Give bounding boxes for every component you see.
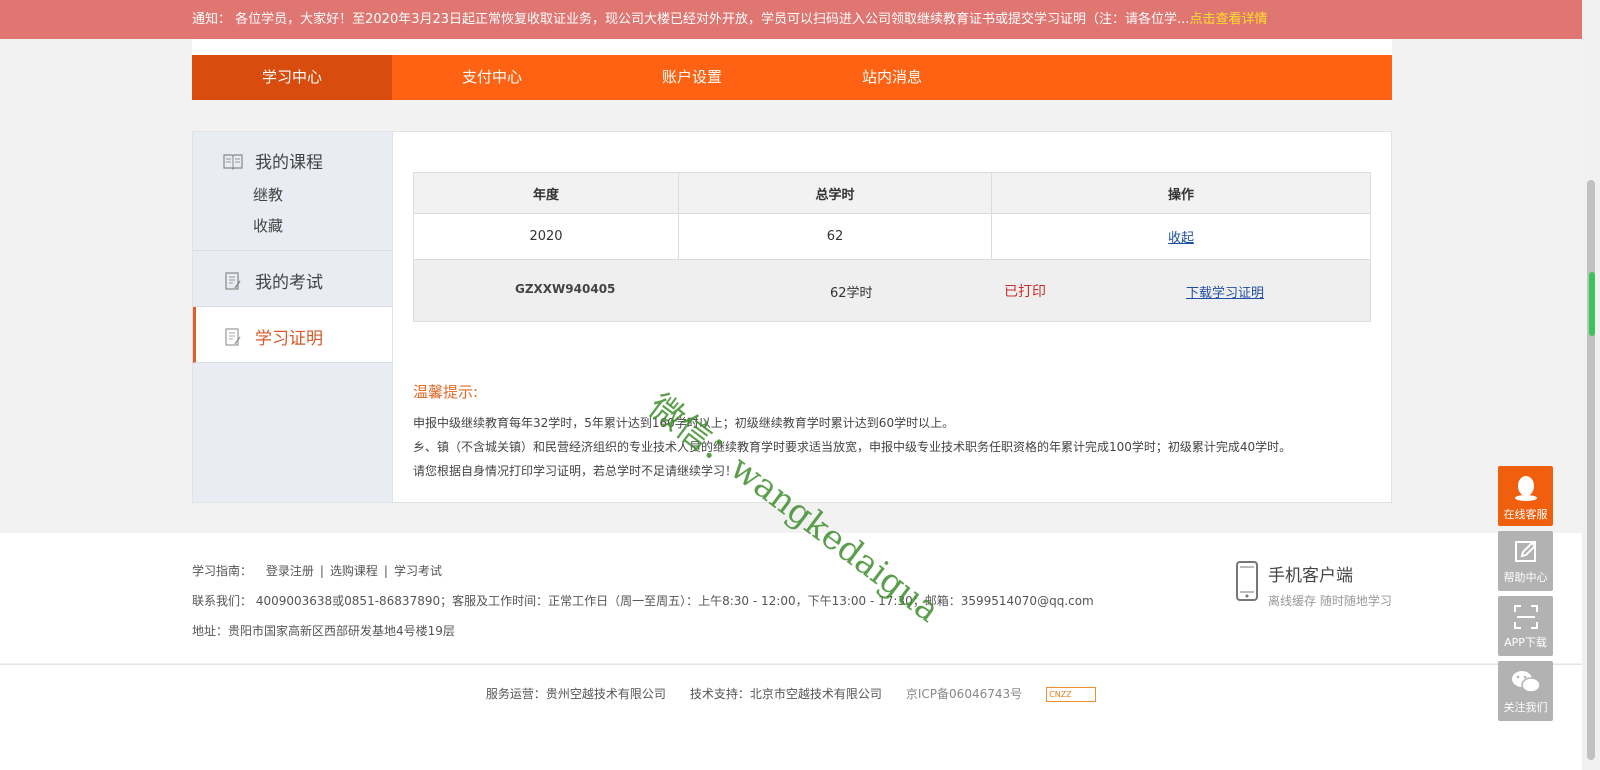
sidebar-item-label: 学习证明	[255, 329, 323, 349]
tips-line-3: 请您根据自身情况打印学习证明，若总学时不足请继续学习！	[413, 464, 738, 478]
column-header-total-hours: 总学时	[679, 173, 992, 213]
certificate-icon	[223, 327, 243, 347]
collapse-link[interactable]: 收起	[1168, 227, 1194, 246]
certificate-code: GZXXW940405	[515, 282, 616, 296]
scan-qr-icon	[1513, 605, 1538, 629]
mobile-client-subtitle: 离线缓存 随时随地学习	[1268, 594, 1392, 608]
sidebar: 我的课程 继教 收藏 我的考试 学习证明	[193, 132, 393, 502]
guide-link-register[interactable]: 登录注册	[266, 564, 314, 578]
qq-penguin-icon	[1514, 476, 1537, 501]
service-operator: 服务运营：贵州空越技术有限公司	[485, 687, 666, 701]
footer: 学习指南： 登录注册 | 选购课程 | 学习考试 联系我们： 4009003638或08…	[0, 533, 1582, 663]
sidebar-sub-favorites[interactable]: 收藏	[253, 215, 283, 236]
tips-title: 温馨提示:	[413, 383, 479, 401]
tips-line-1: 申报中级继续教育每年32学时，5年累计达到160学时以上；初级继续教育学时累计达…	[413, 416, 955, 430]
column-header-year: 年度	[414, 173, 679, 213]
mobile-phone-icon	[1236, 561, 1258, 601]
print-status: 已打印	[1004, 284, 1046, 300]
download-certificate-link[interactable]: 下载学习证明	[1186, 282, 1264, 301]
main-nav: 学习中心 支付中心 账户设置 站内消息	[192, 55, 1392, 100]
wechat-icon	[1511, 671, 1541, 693]
cnzz-badge[interactable]: CNZZ	[1046, 687, 1097, 702]
sidebar-item-my-courses[interactable]: 我的课程	[223, 148, 323, 173]
sidebar-section-exam: 我的考试	[193, 251, 392, 307]
notice-detail-link[interactable]: 点击查看详情	[1189, 12, 1267, 27]
copyright-bar: 服务运营：贵州空越技术有限公司 技术支持：北京市空越技术有限公司 京ICP备0604…	[0, 664, 1582, 770]
certificate-detail-row: GZXXW940405 62学时 已打印 下载学习证明	[414, 260, 1370, 321]
scrollbar-thumb[interactable]	[1587, 180, 1595, 760]
copyright-line: 服务运营：贵州空越技术有限公司 技术支持：北京市空越技术有限公司 京ICP备0604…	[0, 685, 1582, 702]
app-download-button[interactable]: APP下载	[1498, 596, 1553, 656]
nav-payment-center[interactable]: 支付中心	[392, 55, 592, 100]
icp-number[interactable]: 京ICP备06046743号	[906, 687, 1022, 701]
mobile-client[interactable]: 手机客户端 离线缓存 随时随地学习	[1236, 561, 1392, 609]
edit-icon	[1514, 541, 1536, 562]
footer-contact: 联系我们： 4009003638或0851-86837890；客服及工作时间：正…	[192, 594, 1094, 608]
help-center-label: 帮助中心	[1503, 571, 1548, 584]
scrollbar-position-marker	[1589, 272, 1595, 336]
help-center-button[interactable]: 帮助中心	[1498, 531, 1553, 591]
footer-guide: 学习指南： 登录注册 | 选购课程 | 学习考试	[192, 564, 442, 578]
cell-total-hours: 62	[679, 214, 992, 259]
certificate-hours: 62学时	[830, 286, 873, 301]
certificate-table: 年度 总学时 操作 2020 62 收起 GZXXW940405 62学时 已打…	[413, 172, 1371, 322]
notice-bar: 通知： 各位学员，大家好！至2020年3月23日起正常恢复收取证业务，现公司大楼…	[0, 0, 1582, 39]
tips-line-2: 乡、镇（不含城关镇）和民营经济组织的专业技术人员的继续教育学时要求适当放宽，申报…	[413, 440, 1292, 454]
cell-year: 2020	[414, 214, 679, 259]
tech-support: 技术支持：北京市空越技术有限公司	[689, 687, 882, 701]
app-download-label: APP下载	[1504, 636, 1547, 649]
table-header-row: 年度 总学时 操作	[414, 173, 1370, 214]
floating-toolbar: 在线客服 帮助中心 APP下载 关注我们	[1498, 466, 1553, 726]
follow-us-button[interactable]: 关注我们	[1498, 661, 1553, 721]
sidebar-item-label: 我的课程	[255, 153, 323, 173]
sidebar-section-certificate: 学习证明	[193, 307, 392, 363]
sidebar-item-label: 我的考试	[255, 273, 323, 293]
table-row: 2020 62 收起	[414, 214, 1370, 260]
nav-site-messages[interactable]: 站内消息	[792, 55, 992, 100]
guide-link-courses[interactable]: 选购课程	[330, 564, 378, 578]
sidebar-item-study-certificate[interactable]: 学习证明	[223, 324, 323, 349]
online-service-button[interactable]: 在线客服	[1498, 466, 1553, 526]
guide-label: 学习指南：	[192, 564, 253, 578]
sidebar-sub-continuing-edu[interactable]: 继教	[253, 184, 283, 205]
guide-link-exams[interactable]: 学习考试	[394, 564, 442, 578]
follow-us-label: 关注我们	[1503, 701, 1548, 714]
nav-study-center[interactable]: 学习中心	[192, 55, 392, 100]
column-header-actions: 操作	[1167, 187, 1194, 203]
header-strip	[192, 39, 1392, 55]
sidebar-item-my-exams[interactable]: 我的考试	[223, 268, 323, 293]
nav-account-settings[interactable]: 账户设置	[592, 55, 792, 100]
cell-actions: 收起	[992, 214, 1370, 259]
sidebar-section-courses: 我的课程 继教 收藏	[193, 132, 392, 251]
content-panel: 我的课程 继教 收藏 我的考试 学习证明 年度 总学时 操作 2020 62 收…	[192, 131, 1392, 503]
mobile-client-title: 手机客户端	[1268, 566, 1353, 586]
online-service-label: 在线客服	[1503, 508, 1548, 521]
exam-paper-icon	[223, 271, 243, 291]
page-scrollbar[interactable]	[1582, 0, 1600, 770]
notice-text: 通知： 各位学员，大家好！至2020年3月23日起正常恢复收取证业务，现公司大楼…	[192, 12, 1190, 27]
footer-address: 地址：贵阳市国家高新区西部研发基地4号楼19层	[192, 624, 455, 638]
book-icon	[223, 151, 243, 171]
